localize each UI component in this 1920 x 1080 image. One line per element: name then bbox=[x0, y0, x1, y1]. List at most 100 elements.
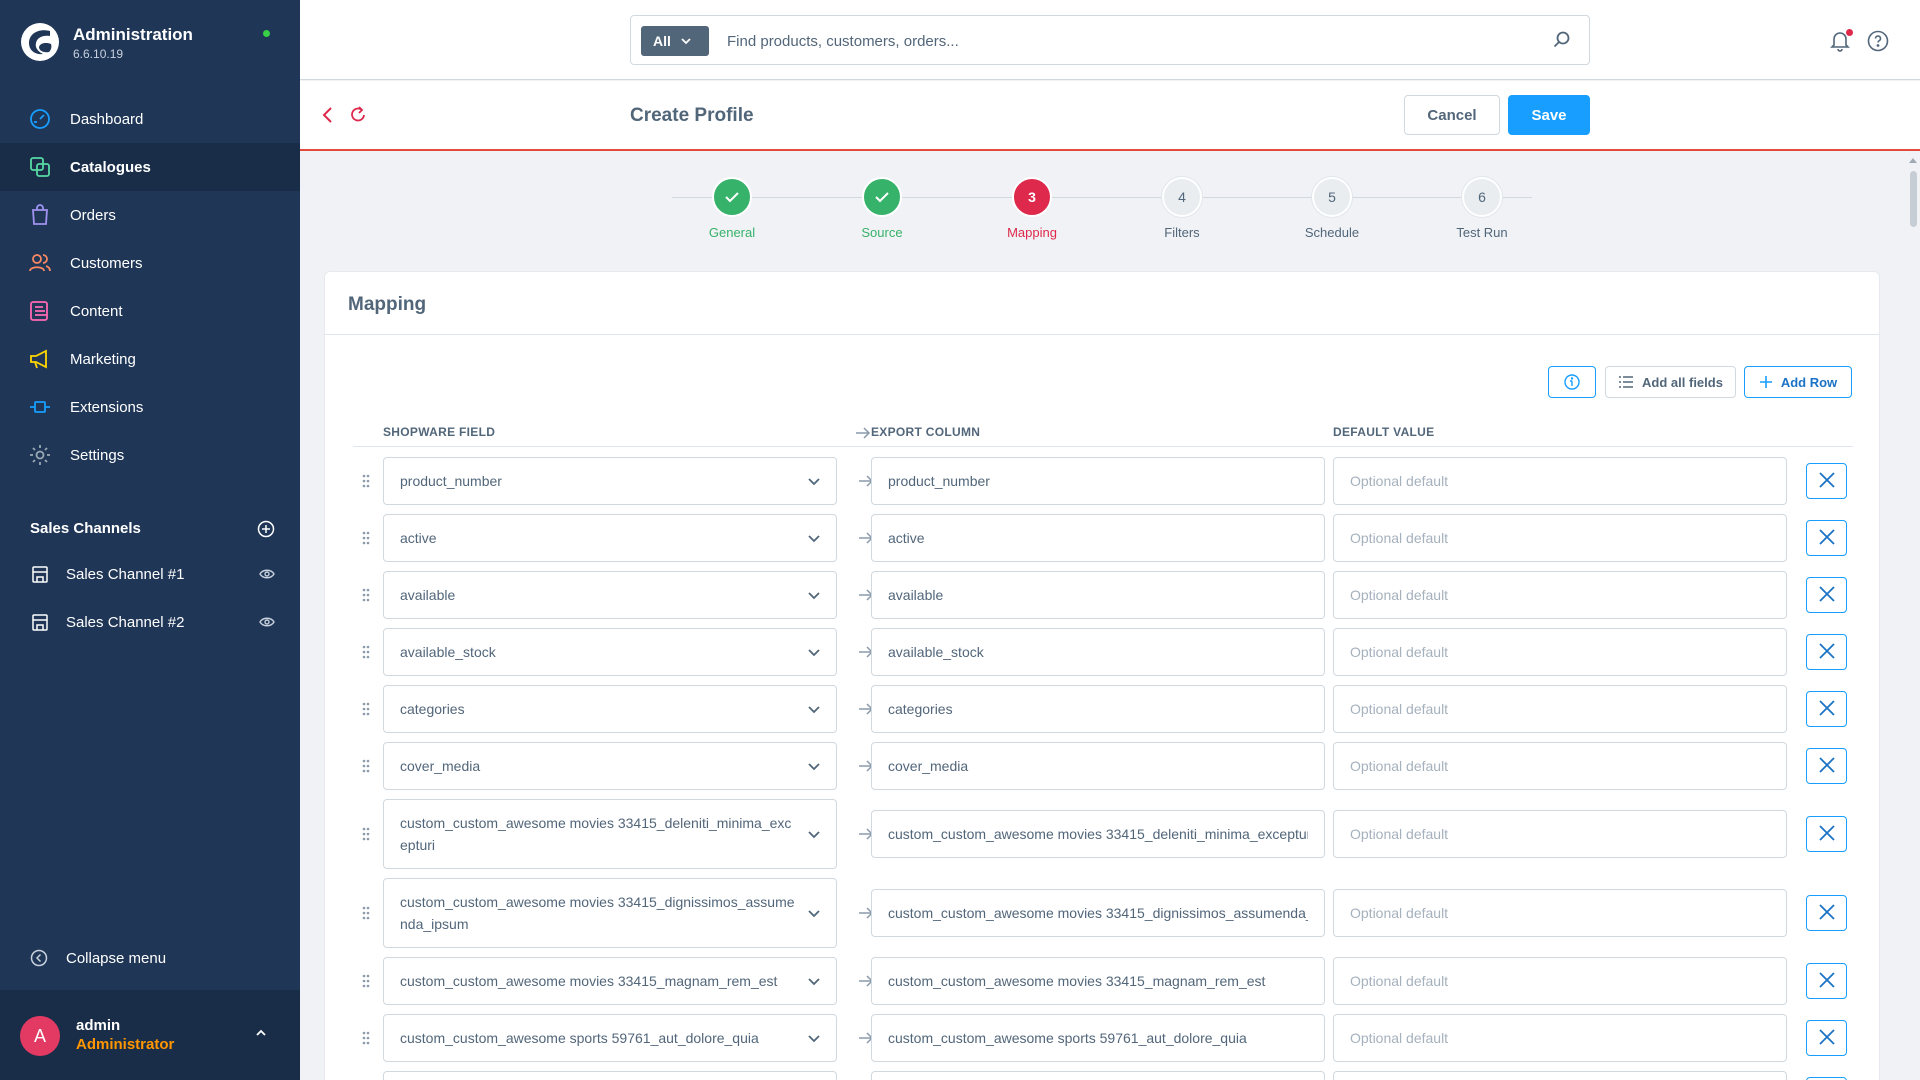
delete-row-button[interactable] bbox=[1806, 748, 1847, 784]
search-icon[interactable] bbox=[1553, 31, 1571, 49]
shopware-field-select[interactable]: custom_custom_awesome sports 59761_aut_d… bbox=[383, 1014, 837, 1062]
drag-handle-icon[interactable] bbox=[361, 473, 371, 492]
default-value-input[interactable] bbox=[1333, 889, 1787, 937]
shopware-field-select[interactable]: available_stock bbox=[383, 628, 837, 676]
shopware-field-select[interactable]: available bbox=[383, 571, 837, 619]
default-value-input[interactable] bbox=[1333, 1014, 1787, 1062]
default-value-input[interactable] bbox=[1333, 514, 1787, 562]
brand[interactable]: Administration 6.6.10.19 bbox=[20, 20, 280, 64]
nav-item-extensions[interactable]: Extensions bbox=[0, 383, 300, 431]
shopware-field-select[interactable]: active bbox=[383, 514, 837, 562]
chevron-down-icon bbox=[808, 1027, 820, 1049]
sales-channel-item[interactable]: Sales Channel #1 bbox=[30, 562, 275, 586]
shopware-field-select[interactable]: custom_custom_awesome movies 33415_delen… bbox=[383, 799, 837, 869]
delete-row-button[interactable] bbox=[1806, 816, 1847, 852]
export-column-input[interactable] bbox=[871, 1014, 1325, 1062]
drag-handle-icon[interactable] bbox=[361, 1030, 371, 1049]
delete-row-button[interactable] bbox=[1806, 634, 1847, 670]
drag-handle-icon[interactable] bbox=[361, 587, 371, 606]
header-shopware-field: SHOPWARE FIELD bbox=[383, 425, 496, 439]
eye-icon[interactable] bbox=[259, 614, 275, 630]
delete-row-button[interactable] bbox=[1806, 520, 1847, 556]
eye-icon[interactable] bbox=[259, 566, 275, 582]
global-search: All bbox=[630, 15, 1590, 65]
back-arrow-icon[interactable] bbox=[322, 106, 334, 124]
nav-item-marketing[interactable]: Marketing bbox=[0, 335, 300, 383]
step-mapping[interactable]: 3 Mapping bbox=[972, 177, 1092, 240]
default-value-input[interactable] bbox=[1333, 628, 1787, 676]
scrollbar[interactable] bbox=[1906, 153, 1920, 1080]
default-value-input[interactable] bbox=[1333, 957, 1787, 1005]
export-column-input[interactable] bbox=[871, 685, 1325, 733]
default-value-input[interactable] bbox=[1333, 810, 1787, 858]
chevron-up-icon[interactable] bbox=[254, 1026, 268, 1040]
delete-row-button[interactable] bbox=[1806, 963, 1847, 999]
nav-item-orders[interactable]: Orders bbox=[0, 191, 300, 239]
default-value-input[interactable] bbox=[1333, 742, 1787, 790]
default-value-input[interactable] bbox=[1333, 685, 1787, 733]
default-value-input[interactable] bbox=[1333, 571, 1787, 619]
scroll-thumb[interactable] bbox=[1910, 171, 1917, 227]
shopware-field-select[interactable] bbox=[383, 1071, 837, 1080]
drag-handle-icon[interactable] bbox=[361, 758, 371, 777]
search-input[interactable] bbox=[727, 26, 1527, 56]
delete-row-button[interactable] bbox=[1806, 691, 1847, 727]
nav-item-dashboard[interactable]: Dashboard bbox=[0, 95, 300, 143]
shopware-field-select[interactable]: cover_media bbox=[383, 742, 837, 790]
drag-handle-icon[interactable] bbox=[361, 973, 371, 992]
default-value-input[interactable] bbox=[1333, 457, 1787, 505]
step-general[interactable]: General bbox=[672, 177, 792, 240]
step-label: Source bbox=[861, 225, 903, 240]
export-column-input[interactable] bbox=[871, 742, 1325, 790]
nav-item-customers[interactable]: Customers bbox=[0, 239, 300, 287]
export-column-input[interactable] bbox=[871, 889, 1325, 937]
export-column-input[interactable] bbox=[871, 457, 1325, 505]
export-column-input[interactable] bbox=[871, 571, 1325, 619]
default-value-input[interactable] bbox=[1333, 1071, 1787, 1080]
add-row-button[interactable]: Add Row bbox=[1744, 366, 1852, 398]
nav-item-catalogues[interactable]: Catalogues bbox=[0, 143, 300, 191]
drag-handle-icon[interactable] bbox=[361, 826, 371, 845]
save-button[interactable]: Save bbox=[1508, 95, 1590, 135]
add-sales-channel-icon[interactable] bbox=[257, 520, 275, 538]
add-all-fields-button[interactable]: Add all fields bbox=[1605, 366, 1736, 398]
help-icon[interactable] bbox=[1867, 30, 1889, 52]
export-column-input[interactable] bbox=[871, 514, 1325, 562]
shopware-field-select[interactable]: product_number bbox=[383, 457, 837, 505]
step-schedule[interactable]: 5 Schedule bbox=[1272, 177, 1392, 240]
drag-handle-icon[interactable] bbox=[361, 905, 371, 924]
nav-item-content[interactable]: Content bbox=[0, 287, 300, 335]
shopware-field-value: available_stock bbox=[400, 644, 496, 660]
nav-label: Customers bbox=[70, 254, 143, 272]
sales-channel-label: Sales Channel #1 bbox=[66, 565, 185, 583]
shopware-field-select[interactable]: categories bbox=[383, 685, 837, 733]
step-source[interactable]: Source bbox=[822, 177, 942, 240]
sales-channel-item[interactable]: Sales Channel #2 bbox=[30, 610, 275, 634]
scroll-up-icon[interactable] bbox=[1909, 157, 1917, 163]
delete-row-button[interactable] bbox=[1806, 895, 1847, 931]
collapse-menu-button[interactable]: Collapse menu bbox=[30, 946, 166, 970]
user-name: admin bbox=[76, 1017, 121, 1034]
search-type-dropdown[interactable]: All bbox=[641, 26, 709, 56]
chevron-down-icon bbox=[808, 970, 820, 992]
delete-row-button[interactable] bbox=[1806, 463, 1847, 499]
drag-handle-icon[interactable] bbox=[361, 701, 371, 720]
delete-row-button[interactable] bbox=[1806, 1020, 1847, 1056]
drag-handle-icon[interactable] bbox=[361, 644, 371, 663]
reload-icon[interactable] bbox=[350, 105, 366, 123]
nav-item-settings[interactable]: Settings bbox=[0, 431, 300, 479]
cancel-button[interactable]: Cancel bbox=[1404, 95, 1500, 135]
user-profile[interactable]: A admin Administrator bbox=[0, 990, 300, 1080]
shopware-field-select[interactable]: custom_custom_awesome movies 33415_magna… bbox=[383, 957, 837, 1005]
export-column-input[interactable] bbox=[871, 628, 1325, 676]
step-filters[interactable]: 4 Filters bbox=[1122, 177, 1242, 240]
info-button[interactable] bbox=[1548, 366, 1596, 398]
drag-handle-icon[interactable] bbox=[361, 530, 371, 549]
export-column-input[interactable] bbox=[871, 957, 1325, 1005]
export-column-input[interactable] bbox=[871, 1071, 1325, 1080]
shopware-field-select[interactable]: custom_custom_awesome movies 33415_digni… bbox=[383, 878, 837, 948]
step-test-run[interactable]: 6 Test Run bbox=[1422, 177, 1542, 240]
delete-row-button[interactable] bbox=[1806, 577, 1847, 613]
export-column-input[interactable] bbox=[871, 810, 1325, 858]
step-check-icon bbox=[862, 177, 902, 217]
